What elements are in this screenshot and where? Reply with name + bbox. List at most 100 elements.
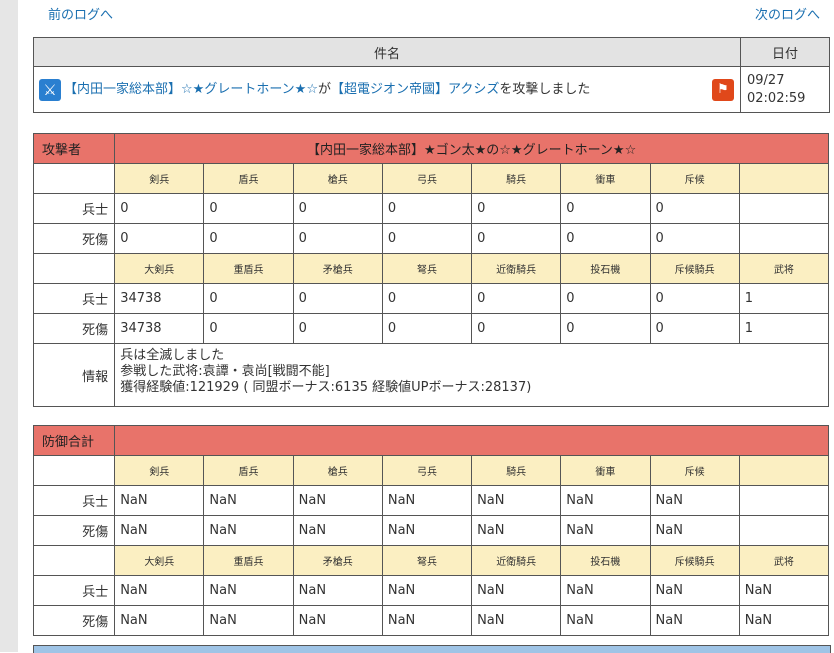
defense-section-title <box>114 425 829 456</box>
defense-soldiers2-value: NaN <box>381 575 473 606</box>
attacker-table: 攻撃者 【内田一家総本部】★ゴン太★の☆★グレートホーン★☆ 剣兵 盾兵 槍兵 弓兵 騎兵衝… <box>32 133 830 407</box>
defense-soldiers1-value: NaN <box>114 485 205 516</box>
defense-casualties2-value: NaN <box>560 605 651 636</box>
defense-casualties1-value: NaN <box>560 515 651 546</box>
attacker-casualties1-value: 0 <box>292 223 383 254</box>
attacker-casualties2-value: 34738 <box>114 313 205 344</box>
attacker-units1-unit-header: 弓兵 <box>381 163 473 194</box>
defense-casualties2-value: NaN <box>649 605 740 636</box>
running-soldier-icon: ⚑ <box>712 79 734 101</box>
defense-soldiers2-value: NaN <box>114 575 205 606</box>
attacker-soldiers2-value: 0 <box>471 283 562 314</box>
attacker-units1-unit-header: 斥候 <box>649 163 740 194</box>
attacker-casualties1-value: 0 <box>381 223 473 254</box>
defense-units2-unit-header: 斥候騎兵 <box>649 545 740 576</box>
attacker-units2-unit-header: 武将 <box>738 253 830 284</box>
attacker-units1-unit-header <box>738 163 830 194</box>
attacker-casualties2-value: 1 <box>738 313 830 344</box>
crossed-swords-icon: ⚔ <box>39 78 61 101</box>
defense-units2-unit-header: 投石機 <box>560 545 651 576</box>
defense-casualties2-row-label: 死傷 <box>32 605 116 636</box>
attacker-casualties1-value: 0 <box>203 223 294 254</box>
subject-connector: が <box>317 82 331 98</box>
defense-soldiers1-value: NaN <box>649 485 740 516</box>
defense-soldiers2-value: NaN <box>649 575 740 606</box>
attacker-casualties2-row-label: 死傷 <box>32 313 116 344</box>
attacker-casualties1-row-label: 死傷 <box>32 223 116 254</box>
attacker-units2-unit-header: 大剣兵 <box>114 253 205 284</box>
next-log-link[interactable]: 次のログへ <box>755 4 820 23</box>
attacker-soldiers1-value: 0 <box>292 193 383 224</box>
defense-units1-unit-header: 槍兵 <box>292 455 383 486</box>
attacker-soldiers1-value: 0 <box>471 193 562 224</box>
defense-casualties1-value <box>738 515 830 546</box>
log-subject: ⚔ 【内田一家総本部】☆★グレートホーン★☆が【超電ジオン帝國】アクシズを攻撃しま… <box>33 66 741 113</box>
prev-log-link[interactable]: 前のログへ <box>48 4 113 23</box>
attacker-soldiers2-value: 1 <box>738 283 830 314</box>
attacker-soldiers1-value: 0 <box>560 193 651 224</box>
attacker-units1-unit-header: 盾兵 <box>203 163 294 194</box>
defense-units2-unit-header: 重盾兵 <box>203 545 294 576</box>
defense-units2-unit-header: 近衛騎兵 <box>471 545 562 576</box>
defense-units1-corner <box>32 455 116 486</box>
date-column-header: 日付 <box>740 37 830 67</box>
attacker-soldiers1-value: 0 <box>381 193 473 224</box>
attacker-units2-unit-header: 投石機 <box>560 253 651 284</box>
defense-casualties2-value: NaN <box>381 605 473 636</box>
defense-casualties2-value: NaN <box>471 605 562 636</box>
left-scroll-gutter <box>0 0 18 652</box>
log-date-day: 09/27 <box>747 72 785 88</box>
attacker-soldiers1-value: 0 <box>649 193 740 224</box>
defense-casualties2-value: NaN <box>292 605 383 636</box>
battle-info-line: 獲得経験値:121929 ( 同盟ボーナス:6135 経験値UPボーナス:281… <box>120 380 532 395</box>
defender-name-link[interactable]: アクシズ <box>448 82 499 97</box>
attacker-casualties2-value: 0 <box>649 313 740 344</box>
attacker-group-link[interactable]: 【内田一家総本部】 <box>64 82 181 97</box>
defense-casualties1-value: NaN <box>114 515 205 546</box>
defense-units1-unit-header: 弓兵 <box>381 455 473 486</box>
attacker-units2-unit-header: 弩兵 <box>381 253 473 284</box>
attacker-units2-unit-header: 斥候騎兵 <box>649 253 740 284</box>
attacker-casualties2-value: 0 <box>471 313 562 344</box>
defender-group-link[interactable]: 【超電ジオン帝國】 <box>331 82 448 97</box>
attacker-soldiers2-row-label: 兵士 <box>32 283 116 314</box>
defense-table: 防御合計 剣兵 盾兵 槍兵 弓兵 騎兵 衝車 斥候 兵士 NaN NaN NaN NaN NaN NaN Na… <box>32 425 830 636</box>
defense-units2-corner <box>32 545 116 576</box>
defense-casualties1-value: NaN <box>292 515 383 546</box>
attacker-units1-unit-header: 騎兵 <box>471 163 562 194</box>
defense-casualties2-value: NaN <box>203 605 294 636</box>
defense-soldiers1-value: NaN <box>471 485 562 516</box>
defense-units1-unit-header: 斥候 <box>649 455 740 486</box>
info-row-label: 情報 <box>32 343 116 407</box>
battle-info: 兵は全滅しました 参戦した武将:袁譚・袁尚[戦闘不能] 獲得経験値:121929 (… <box>114 343 829 407</box>
defense-soldiers2-value: NaN <box>471 575 562 606</box>
attacker-name-link[interactable]: ☆★グレートホーン★☆ <box>181 82 318 97</box>
defense-units2-unit-header: 矛槍兵 <box>292 545 383 576</box>
attacker-units1-corner <box>32 163 116 194</box>
defense-casualties2-value: NaN <box>738 605 830 636</box>
defense-soldiers1-row-label: 兵士 <box>32 485 116 516</box>
attacker-casualties1-value <box>738 223 830 254</box>
attacker-casualties1-value: 0 <box>114 223 205 254</box>
defense-units1-unit-header: 騎兵 <box>471 455 562 486</box>
attacker-soldiers2-value: 34738 <box>114 283 205 314</box>
defense-soldiers1-value: NaN <box>560 485 651 516</box>
defense-casualties1-value: NaN <box>203 515 294 546</box>
log-date-time: 02:02:59 <box>747 90 806 106</box>
attacker-units1-unit-header: 衝車 <box>560 163 651 194</box>
attacker-units2-unit-header: 重盾兵 <box>203 253 294 284</box>
defense-units1-unit-header: 盾兵 <box>203 455 294 486</box>
subject-column-header: 件名 <box>33 37 741 67</box>
defense-units2-unit-header: 武将 <box>738 545 830 576</box>
defense-units1-unit-header: 衝車 <box>560 455 651 486</box>
defense-units1-unit-header: 剣兵 <box>114 455 205 486</box>
log-date: 09/27 02:02:59 <box>740 66 830 113</box>
attacker-soldiers2-value: 0 <box>292 283 383 314</box>
defense-units1-unit-header <box>738 455 830 486</box>
attacker-casualties1-value: 0 <box>471 223 562 254</box>
attacker-soldiers2-value: 0 <box>560 283 651 314</box>
defense-casualties1-value: NaN <box>471 515 562 546</box>
defense-soldiers1-value <box>738 485 830 516</box>
attacker-casualties2-value: 0 <box>560 313 651 344</box>
attacker-units1-unit-header: 槍兵 <box>292 163 383 194</box>
